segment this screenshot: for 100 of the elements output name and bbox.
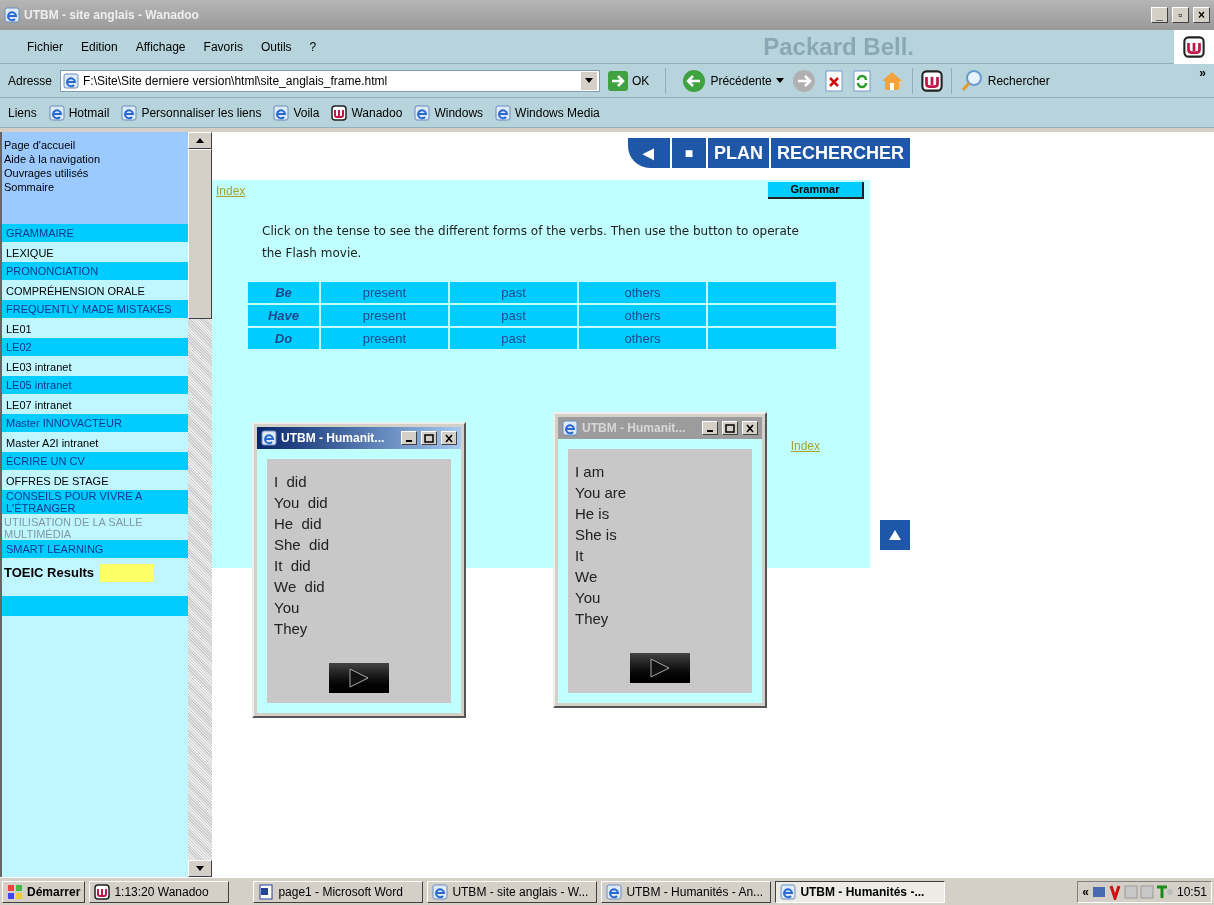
tense-cell[interactable]: past (450, 328, 577, 349)
browser-icon (432, 883, 449, 900)
dropdown-button[interactable] (581, 71, 598, 90)
browser-icon (4, 7, 20, 23)
taskbar-button[interactable]: 1:13:20 Wanadoo (89, 880, 230, 903)
sidebar-item[interactable]: SMART LEARNING (2, 540, 188, 558)
verb-form: They (575, 609, 610, 629)
more-button[interactable]: » (1199, 64, 1206, 82)
maximize-icon[interactable] (722, 421, 738, 435)
scroll-to-top-button[interactable] (880, 520, 910, 550)
verb-form: She is (575, 525, 618, 545)
nav-button[interactable]: RECHERCHER (771, 138, 910, 168)
window-control-button[interactable]: _ (1151, 7, 1168, 23)
tense-cell[interactable]: present (321, 305, 448, 326)
sidebar-item[interactable]: CONSEILS POUR VIVRE A L'ÉTRANGER (2, 490, 188, 514)
sidebar-item[interactable]: FREQUENTLY MADE MISTAKES (2, 300, 188, 318)
minimize-icon[interactable] (702, 421, 718, 435)
scroll-down-button[interactable] (188, 860, 212, 877)
search-button[interactable]: Rechercher (959, 68, 1050, 93)
tense-cell[interactable]: present (321, 328, 448, 349)
arrow-right-icon (608, 70, 629, 91)
link-button[interactable]: Hotmail (48, 103, 110, 122)
tense-cell[interactable]: others (579, 305, 706, 326)
address-field[interactable]: F:\Site\Site derniere version\html\site_anglais_frame.html (60, 69, 601, 92)
clock: 10:51 (1176, 883, 1207, 901)
sidebar-item[interactable]: LE05 intranet (2, 376, 188, 394)
menu-item[interactable]: Outils (260, 37, 292, 56)
browser-icon (48, 104, 65, 121)
tense-cell[interactable]: others (579, 282, 706, 303)
sidebar-link[interactable]: Page d'accueil (2, 138, 188, 152)
sidebar-item[interactable]: PRONONCIATION (2, 262, 188, 280)
tense-cell[interactable]: others (579, 328, 706, 349)
sidebar-item[interactable]: LE02 (2, 338, 188, 356)
minimize-glyph-icon (707, 430, 713, 432)
play-icon (348, 668, 370, 688)
tense-cell[interactable]: past (450, 282, 577, 303)
go-button[interactable]: OK (608, 70, 650, 91)
verb-form: She did (274, 535, 331, 555)
menu-item[interactable]: Edition (81, 37, 118, 56)
menu-item[interactable]: Favoris (203, 37, 243, 56)
taskbar-button[interactable]: UTBM - site anglais - W... (427, 880, 598, 903)
scrollbar-thumb[interactable] (188, 149, 212, 319)
window-control-button[interactable]: × (1193, 7, 1210, 23)
link-button[interactable]: Wanadoo (331, 103, 403, 122)
verb-form: They (274, 619, 309, 639)
verb-form: You (274, 598, 301, 618)
nav-button[interactable]: ■ (672, 138, 706, 168)
links-label: Liens (8, 104, 37, 122)
maximize-glyph-icon (424, 433, 434, 443)
mail-logo-icon (1183, 35, 1205, 58)
browser-icon (606, 883, 623, 900)
verb-form: You did (274, 493, 329, 513)
sidebar-item[interactable]: Master INNOVACTEUR (2, 414, 188, 432)
popup-title: UTBM - Humanit... (281, 430, 386, 447)
close-glyph-icon (444, 433, 454, 443)
menu-item[interactable]: ? (309, 37, 317, 56)
play-button[interactable] (329, 663, 389, 693)
link-button[interactable]: Windows (414, 103, 484, 122)
arrow-left-icon (682, 68, 707, 93)
verb-form: We (575, 567, 599, 587)
back-button[interactable]: Précédente (682, 68, 784, 93)
caret-icon (585, 78, 594, 83)
verb-cell[interactable]: Be (248, 282, 319, 303)
sidebar-item[interactable]: GRAMMAIRE (2, 224, 188, 242)
mail-logo-icon (920, 69, 943, 92)
stop-icon[interactable] (823, 69, 844, 92)
close-icon[interactable] (742, 421, 758, 435)
maximize-icon[interactable] (421, 431, 437, 445)
close-icon[interactable] (441, 431, 457, 445)
menu-item[interactable]: Affichage (135, 37, 186, 56)
taskbar-button[interactable]: UTBM - Humanités -... (775, 880, 946, 903)
mail-logo-icon (94, 883, 111, 900)
taskbar-button[interactable]: UTBM - Humanités - An... (601, 880, 772, 903)
tense-cell[interactable]: past (450, 305, 577, 326)
link-button[interactable]: Personnaliser les liens (121, 103, 262, 122)
menu-item[interactable]: Fichier (27, 37, 63, 56)
nav-button[interactable]: PLAN (708, 138, 769, 168)
sidebar-link[interactable]: Aide à la navigation (2, 152, 188, 166)
link-button[interactable]: Windows Media (495, 103, 600, 122)
verb-cell[interactable]: Have (248, 305, 319, 326)
scroll-up-button[interactable] (188, 132, 212, 149)
verb-form: It did (274, 556, 312, 576)
taskbar-button[interactable]: page1 - Microsoft Word (253, 880, 424, 903)
tray-expand-button[interactable]: « (1082, 882, 1089, 901)
minimize-icon[interactable] (401, 431, 417, 445)
sidebar-link[interactable]: Ouvrages utilisés (2, 166, 188, 180)
highlight-swatch (100, 564, 155, 582)
start-button[interactable]: Démarrer (2, 880, 86, 903)
window-control-button[interactable]: ▫ (1172, 7, 1189, 23)
refresh-icon[interactable] (851, 69, 872, 92)
nav-button[interactable]: ◀ (628, 138, 670, 168)
link-button[interactable]: Voila (273, 103, 320, 122)
verb-cell[interactable]: Do (248, 328, 319, 349)
tense-cell[interactable]: present (321, 282, 448, 303)
down-arrow-icon (196, 866, 204, 871)
sidebar-link[interactable]: Sommaire (2, 180, 188, 194)
maximize-glyph-icon (725, 423, 735, 433)
sidebar-item[interactable]: ÉCRIRE UN CV (2, 452, 188, 470)
browser-icon (63, 72, 80, 89)
play-button[interactable] (630, 653, 690, 683)
